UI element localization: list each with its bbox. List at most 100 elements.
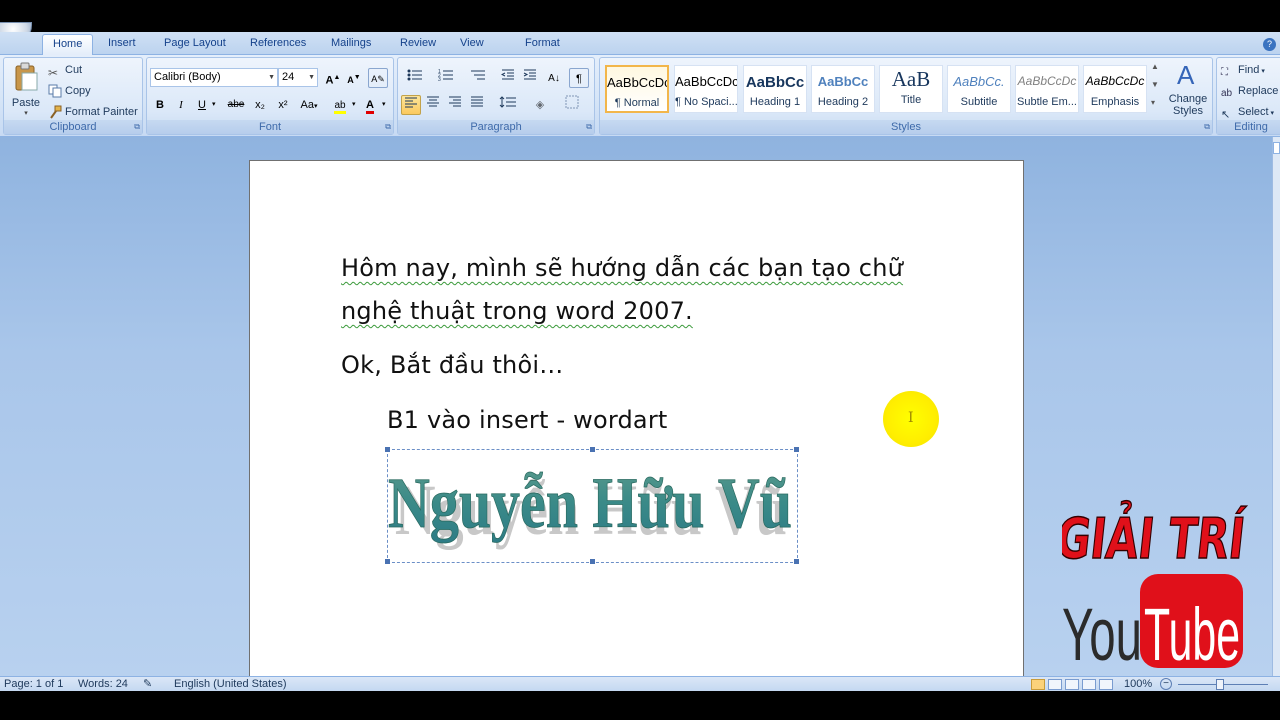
subscript-button[interactable]: x₂ <box>250 95 270 115</box>
line-spacing-button[interactable] <box>494 95 522 115</box>
find-button[interactable]: ⛶ Find ▾ <box>1221 60 1265 80</box>
styles-scroll-up-icon[interactable]: ▲ <box>1151 62 1159 71</box>
change-styles-label: Change Styles <box>1168 93 1208 117</box>
highlight-button[interactable]: ab <box>328 95 352 115</box>
shading-button[interactable]: ◈ <box>526 95 554 115</box>
web-layout-icon[interactable] <box>1065 679 1079 690</box>
chevron-down-icon[interactable]: ▾ <box>212 100 216 108</box>
show-marks-button[interactable]: ¶ <box>569 68 589 88</box>
tab-page-layout[interactable]: Page Layout <box>164 36 226 55</box>
paragraph-launcher-icon[interactable]: ⧉ <box>586 122 592 132</box>
style-emphasis[interactable]: AaBbCcDc Emphasis <box>1083 65 1147 113</box>
styles-launcher-icon[interactable]: ⧉ <box>1204 122 1210 132</box>
tab-references[interactable]: References <box>250 36 306 55</box>
clipboard-launcher-icon[interactable]: ⧉ <box>134 122 140 132</box>
font-color-button[interactable]: A <box>360 95 380 115</box>
align-left-button[interactable] <box>401 95 421 115</box>
superscript-button[interactable]: x² <box>273 95 293 115</box>
print-layout-view-icon[interactable] <box>1031 679 1045 690</box>
style-no-spacing[interactable]: AaBbCcDc ¶ No Spaci... <box>674 65 738 113</box>
page-count[interactable]: Page: 1 of 1 <box>4 678 63 691</box>
proofing-icon[interactable]: ✎ <box>143 678 152 691</box>
tab-format[interactable]: Format <box>525 36 560 55</box>
word-count[interactable]: Words: 24 <box>78 678 128 691</box>
italic-button[interactable]: I <box>171 95 191 115</box>
paste-dropdown-icon[interactable]: ▾ <box>8 109 44 117</box>
borders-button[interactable] <box>558 95 586 115</box>
clear-formatting-button[interactable]: A✎ <box>368 68 388 88</box>
styles-scroll-down-icon[interactable]: ▼ <box>1151 80 1159 89</box>
chevron-down-icon[interactable]: ▾ <box>382 100 386 108</box>
strikethrough-button[interactable]: abe <box>226 95 246 115</box>
styles-group: AaBbCcDc ¶ Normal AaBbCcDc ¶ No Spaci...… <box>599 57 1213 135</box>
style-normal[interactable]: AaBbCcDc ¶ Normal <box>605 65 669 113</box>
sort-button[interactable]: A↓ <box>544 68 564 88</box>
zoom-slider-thumb[interactable] <box>1216 679 1224 690</box>
tab-review[interactable]: Review <box>400 36 436 55</box>
binoculars-icon: ⛶ <box>1221 67 1228 79</box>
replace-button[interactable]: ab Replace <box>1221 81 1278 101</box>
change-styles-button[interactable]: A Change Styles <box>1164 60 1212 120</box>
style-heading-2[interactable]: AaBbCc Heading 2 <box>811 65 875 113</box>
style-sample: AaBbCcDc <box>607 75 667 90</box>
zoom-out-icon[interactable]: − <box>1160 678 1172 690</box>
zoom-level[interactable]: 100% <box>1124 678 1152 691</box>
select-button[interactable]: ↖ Select ▾ <box>1221 102 1274 122</box>
cut-button[interactable]: ✂ Cut <box>48 60 82 80</box>
styles-group-label: Styles <box>600 120 1212 134</box>
style-subtle-emphasis[interactable]: AaBbCcDc Subtle Em... <box>1015 65 1079 113</box>
chevron-down-icon[interactable]: ▾ <box>352 100 356 108</box>
font-size-combo[interactable]: 24 ▼ <box>278 68 318 87</box>
replace-label: Replace <box>1238 85 1279 97</box>
bottom-bar <box>0 691 1280 720</box>
full-screen-reading-icon[interactable] <box>1048 679 1062 690</box>
document-line[interactable]: Hôm nay, mình sẽ hướng dẫn các bạn tạo c… <box>341 254 903 282</box>
vertical-scrollbar[interactable] <box>1272 137 1280 676</box>
style-title[interactable]: AaB Title <box>879 65 943 113</box>
bullets-button[interactable] <box>401 68 429 88</box>
document-line[interactable]: nghệ thuật trong word 2007. <box>341 297 693 325</box>
style-name: Emphasis <box>1090 96 1140 108</box>
align-center-button[interactable] <box>423 95 443 115</box>
select-label: Select <box>1238 106 1269 118</box>
copy-button[interactable]: Copy <box>48 81 91 101</box>
highlighter-icon: ab <box>334 100 346 114</box>
increase-indent-button[interactable] <box>520 68 540 88</box>
ruler-toggle-icon[interactable] <box>1273 142 1280 154</box>
tab-home[interactable]: Home <box>42 34 94 55</box>
underline-button[interactable]: U <box>192 95 212 115</box>
help-icon[interactable]: ? <box>1263 38 1276 51</box>
format-painter-button[interactable]: Format Painter <box>48 102 138 122</box>
language-indicator[interactable]: English (United States) <box>174 678 287 691</box>
wordart-object[interactable]: Nguyễn Hữu Vũ Nguyễn Hữu Vũ <box>387 449 798 563</box>
clipboard-group: Paste ▾ ✂ Cut Copy Format Painter Clipboa… <box>3 57 143 135</box>
font-name-combo[interactable]: Calibri (Body) ▼ <box>150 68 278 87</box>
multilevel-list-button[interactable] <box>464 68 492 88</box>
paste-button[interactable]: Paste ▾ <box>8 60 44 118</box>
bold-button[interactable]: B <box>150 95 170 115</box>
style-subtitle[interactable]: AaBbCc. Subtitle <box>947 65 1011 113</box>
style-name: Heading 1 <box>749 96 801 108</box>
decrease-indent-icon <box>500 69 514 80</box>
align-right-button[interactable] <box>445 95 465 115</box>
decrease-indent-button[interactable] <box>498 68 518 88</box>
font-launcher-icon[interactable]: ⧉ <box>385 122 391 132</box>
draft-view-icon[interactable] <box>1099 679 1113 690</box>
document-line[interactable]: B1 vào insert - wordart <box>387 406 668 434</box>
tab-mailings[interactable]: Mailings <box>331 36 371 55</box>
chevron-down-icon: ▼ <box>268 74 275 81</box>
replace-icon: ab <box>1221 88 1233 100</box>
style-sample: AaB <box>891 67 931 91</box>
cursor-arrow-icon: ↖ <box>1221 109 1231 122</box>
change-case-button[interactable]: Aa▾ <box>296 95 322 115</box>
numbering-button[interactable]: 123 <box>432 68 460 88</box>
shrink-font-button[interactable]: A▼ <box>344 68 364 88</box>
grow-font-button[interactable]: A▲ <box>323 68 343 88</box>
outline-view-icon[interactable] <box>1082 679 1096 690</box>
document-line[interactable]: Ok, Bắt đầu thôi… <box>341 351 563 379</box>
style-heading-1[interactable]: AaBbCc Heading 1 <box>743 65 807 113</box>
tab-view[interactable]: View <box>460 36 484 55</box>
styles-more-icon[interactable]: ▾ <box>1151 98 1155 107</box>
justify-button[interactable] <box>467 95 487 115</box>
tab-insert[interactable]: Insert <box>108 36 136 55</box>
